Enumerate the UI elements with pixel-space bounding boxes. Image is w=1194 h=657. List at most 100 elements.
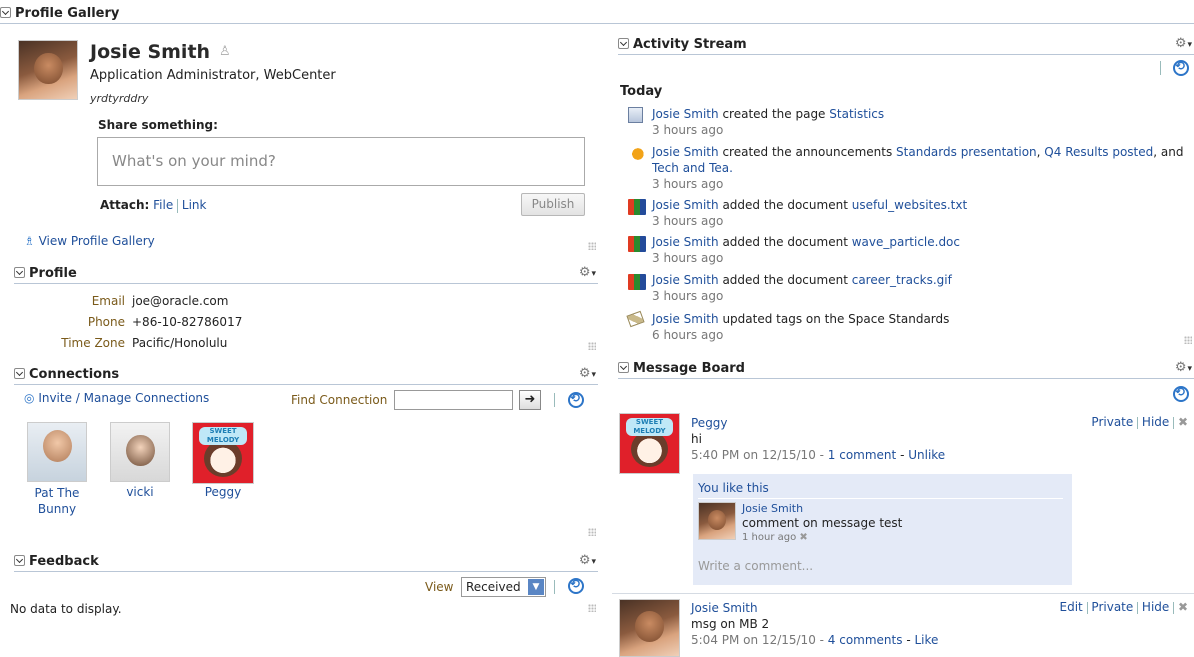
attach-label: Attach: [100, 198, 150, 212]
announcement-icon [628, 146, 646, 162]
view-profile-gallery-link[interactable]: View Profile Gallery [39, 234, 155, 248]
share-input[interactable]: What's on your mind? [97, 137, 585, 186]
message-author-link[interactable]: Josie Smith [691, 601, 758, 615]
gear-icon[interactable]: ⚙ [579, 366, 596, 381]
comments-link[interactable]: 1 comment [828, 448, 896, 462]
collapse-chevron-icon[interactable] [14, 267, 25, 278]
activity-item: Josie Smith added the document career_tr… [652, 272, 1182, 304]
object-link[interactable]: Q4 Results posted [1044, 145, 1153, 159]
comment-meta: 1 hour ago ✖ [742, 532, 808, 543]
collapse-chevron-icon[interactable] [618, 38, 629, 49]
actor-link[interactable]: Josie Smith [652, 145, 719, 159]
resize-grip-icon[interactable] [588, 242, 596, 250]
hide-link[interactable]: Hide [1142, 415, 1169, 429]
refresh-icon[interactable] [1173, 59, 1189, 76]
message-board-header: Message Board ⚙ [618, 359, 1194, 379]
activity-text: added the document [718, 235, 852, 249]
hide-link[interactable]: Hide [1142, 600, 1169, 614]
actor-link[interactable]: Josie Smith [652, 312, 719, 326]
resize-grip-icon[interactable] [588, 604, 596, 612]
activity-item: Josie Smith updated tags on the Space St… [652, 311, 1182, 343]
comment-author-avatar[interactable] [698, 502, 736, 540]
activity-time: 3 hours ago [652, 251, 724, 265]
edit-link[interactable]: Edit [1060, 600, 1083, 614]
gear-icon[interactable]: ⚙ [1175, 360, 1192, 375]
page-title: Profile Gallery [15, 6, 120, 21]
gear-icon[interactable]: ⚙ [579, 265, 596, 280]
message-author-avatar[interactable] [619, 413, 680, 474]
section-title: Feedback [29, 554, 99, 569]
go-arrow-button[interactable]: ➜ [519, 390, 541, 410]
like-link[interactable]: Like [914, 633, 938, 647]
feedback-empty-message: No data to display. [10, 602, 122, 616]
page-icon [628, 107, 643, 123]
divider [698, 498, 1063, 499]
collapse-chevron-icon[interactable] [0, 7, 11, 18]
field-value: +86-10-82786017 [132, 314, 243, 329]
gear-icon[interactable]: ⚙ [579, 553, 596, 568]
field-value: Pacific/Honolulu [132, 335, 228, 350]
object-link[interactable]: Tech and Tea. [652, 161, 733, 175]
invite-manage-link[interactable]: Invite / Manage Connections [38, 391, 209, 405]
activity-text: updated tags on the Space Standards [718, 312, 950, 326]
chevron-down-icon: ▼ [528, 579, 544, 595]
connection-avatar[interactable] [110, 422, 170, 482]
object-link[interactable]: useful_websites.txt [852, 198, 967, 212]
section-title: Message Board [633, 361, 745, 376]
message-author-link[interactable]: Peggy [691, 416, 728, 430]
refresh-icon[interactable] [1173, 385, 1189, 402]
collapse-chevron-icon[interactable] [618, 362, 629, 373]
object-link[interactable]: wave_particle.doc [852, 235, 960, 249]
connection-avatar[interactable] [27, 422, 87, 482]
activity-time: 3 hours ago [652, 289, 724, 303]
gear-icon[interactable]: ⚙ [1175, 36, 1192, 51]
private-link[interactable]: Private [1091, 415, 1133, 429]
divider [1086, 601, 1088, 614]
resize-grip-icon[interactable] [588, 528, 596, 536]
actor-link[interactable]: Josie Smith [652, 198, 719, 212]
connections-icon: ◎ [24, 391, 35, 405]
object-link[interactable]: Standards presentation [896, 145, 1037, 159]
feedback-header: Feedback ⚙ [14, 552, 598, 572]
actor-link[interactable]: Josie Smith [652, 107, 719, 121]
view-select[interactable]: Received ▼ [461, 577, 546, 597]
publish-button[interactable]: Publish [521, 193, 585, 216]
resize-grip-icon[interactable] [1184, 336, 1192, 344]
comment-author-link[interactable]: Josie Smith [742, 502, 803, 515]
delete-icon[interactable]: ✖ [799, 532, 807, 543]
attach-link-link[interactable]: Link [182, 198, 207, 212]
message-author-avatar[interactable] [619, 599, 680, 657]
resize-grip-icon[interactable] [588, 342, 596, 350]
connection-name[interactable]: Peggy [192, 485, 254, 499]
message-timestamp: 5:04 PM on 12/15/10 - [691, 633, 828, 647]
like-link[interactable]: Unlike [908, 448, 945, 462]
profile-details: Email joe@oracle.com Phone +86-10-827860… [40, 290, 340, 353]
document-icon [628, 236, 646, 252]
activity-item: Josie Smith added the document wave_part… [652, 234, 1182, 266]
collapse-chevron-icon[interactable] [14, 368, 25, 379]
private-link[interactable]: Private [1091, 600, 1133, 614]
message-meta: 5:04 PM on 12/15/10 - 4 comments - Like [691, 632, 938, 648]
actor-link[interactable]: Josie Smith [652, 235, 719, 249]
refresh-icon[interactable] [568, 391, 584, 408]
refresh-icon[interactable] [568, 577, 584, 594]
delete-icon[interactable]: ✖ [1178, 600, 1188, 614]
collapse-chevron-icon[interactable] [14, 555, 25, 566]
connection-avatar[interactable] [192, 422, 254, 484]
activity-stream-header: Activity Stream ⚙ [618, 35, 1194, 55]
comment-input[interactable]: Write a comment... [698, 559, 1063, 573]
delete-icon[interactable]: ✖ [1178, 415, 1188, 429]
activity-text: created the announcements [718, 145, 897, 159]
connection-name[interactable]: Pat The Bunny [27, 485, 87, 517]
activity-time: 3 hours ago [652, 177, 724, 191]
object-link[interactable]: career_tracks.gif [852, 273, 952, 287]
actor-link[interactable]: Josie Smith [652, 273, 719, 287]
comment-panel: You like this Josie Smith comment on mes… [693, 474, 1072, 585]
separator: , and [1153, 145, 1184, 159]
comments-link[interactable]: 4 comments [828, 633, 903, 647]
connection-name[interactable]: vicki [110, 485, 170, 499]
attach-file-link[interactable]: File [153, 198, 173, 212]
find-connection-input[interactable] [394, 390, 513, 410]
object-link[interactable]: Statistics [829, 107, 884, 121]
profile-status: yrdtyrddry [90, 92, 149, 105]
